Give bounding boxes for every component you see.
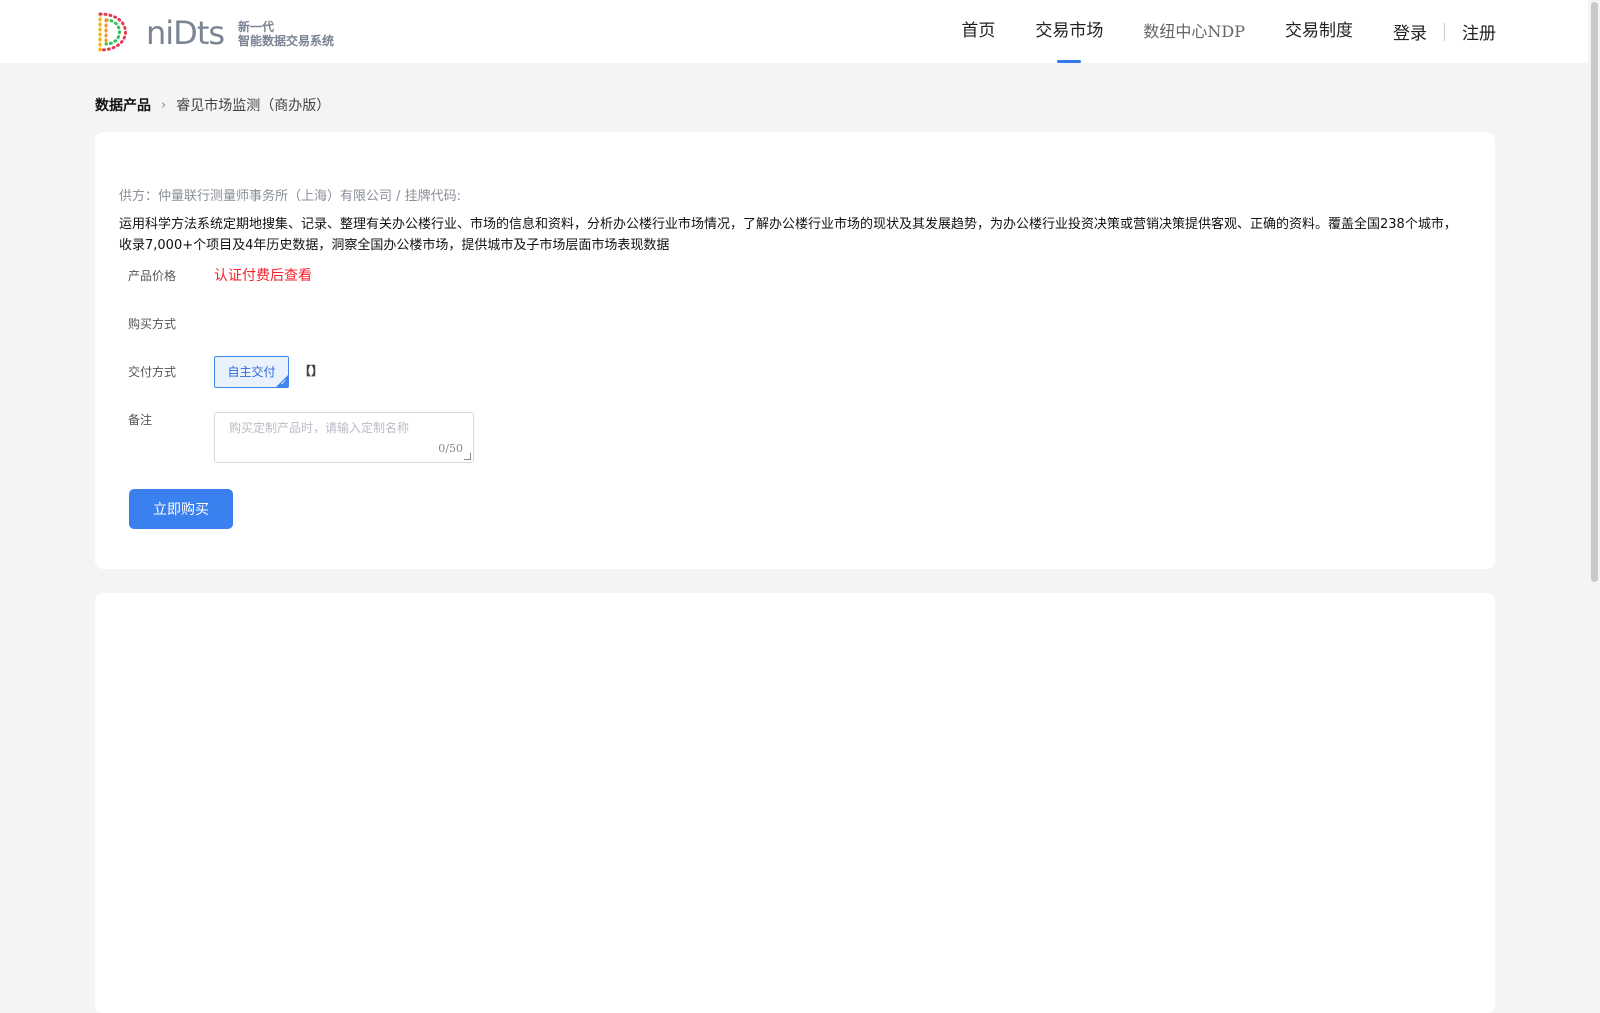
main-nav: 首页 交易市场 数纽中心NDP 交易制度 登录 注册	[921, 0, 1496, 63]
page-scrollbar[interactable]	[1588, 0, 1600, 1000]
register-link[interactable]: 注册	[1462, 19, 1496, 44]
logo-d-icon	[98, 12, 127, 52]
buy-now-button[interactable]: 立即购买	[129, 489, 233, 529]
logo-tagline: 新一代 智能数据交易系统	[238, 20, 334, 48]
delivery-option-self[interactable]: 自主交付 ✓	[214, 356, 289, 388]
nav-item-market[interactable]: 交易市场	[1035, 0, 1103, 63]
logo-tagline-line1: 新一代	[238, 20, 275, 34]
remark-field: 0/50	[214, 412, 474, 463]
breadcrumb-root[interactable]: 数据产品	[95, 96, 151, 116]
purchase-method-label: 购买方式	[128, 317, 177, 331]
delivery-method-label: 交付方式	[128, 365, 177, 379]
login-link[interactable]: 登录	[1393, 19, 1427, 44]
check-icon: ✓	[280, 378, 287, 387]
chevron-right-icon: ›	[161, 98, 167, 113]
nav-item-home[interactable]: 首页	[961, 0, 995, 63]
price-label: 产品价格	[128, 269, 177, 283]
price-value: 认证付费后查看	[214, 268, 312, 284]
remark-char-count: 0/50	[438, 442, 463, 455]
delivery-extra: 【】	[299, 364, 324, 378]
logo-wordmark: niDts	[146, 14, 225, 52]
product-description: 运用科学方法系统定期地搜集、记录、整理有关办公楼行业、市场的信息和资料，分析办公…	[119, 217, 1457, 253]
breadcrumb: 数据产品 › 睿见市场监测（商办版）	[95, 96, 330, 116]
detail-card	[95, 593, 1495, 1013]
delivery-option-label: 自主交付	[227, 365, 276, 379]
logo[interactable]: niDts 新一代 智能数据交易系统	[94, 11, 354, 53]
remark-input[interactable]	[215, 413, 473, 462]
logo-tagline-line2: 智能数据交易系统	[238, 34, 335, 48]
resize-handle-icon[interactable]	[464, 453, 471, 460]
breadcrumb-current: 睿见市场监测（商办版）	[176, 98, 331, 114]
remark-label: 备注	[128, 413, 153, 427]
scrollbar-thumb[interactable]	[1591, 2, 1598, 582]
supplier-line: 供方：仲量联行测量师事务所（上海）有限公司 / 挂牌代码:	[119, 189, 462, 204]
product-card: 供方：仲量联行测量师事务所（上海）有限公司 / 挂牌代码: 运用科学方法系统定期…	[95, 132, 1495, 569]
nav-item-rules[interactable]: 交易制度	[1285, 0, 1353, 63]
nav-divider	[1444, 22, 1445, 41]
nav-item-ndp[interactable]: 数纽中心NDP	[1143, 0, 1245, 63]
top-header: niDts 新一代 智能数据交易系统 首页 交易市场 数纽中心NDP 交易制度 …	[0, 0, 1600, 63]
